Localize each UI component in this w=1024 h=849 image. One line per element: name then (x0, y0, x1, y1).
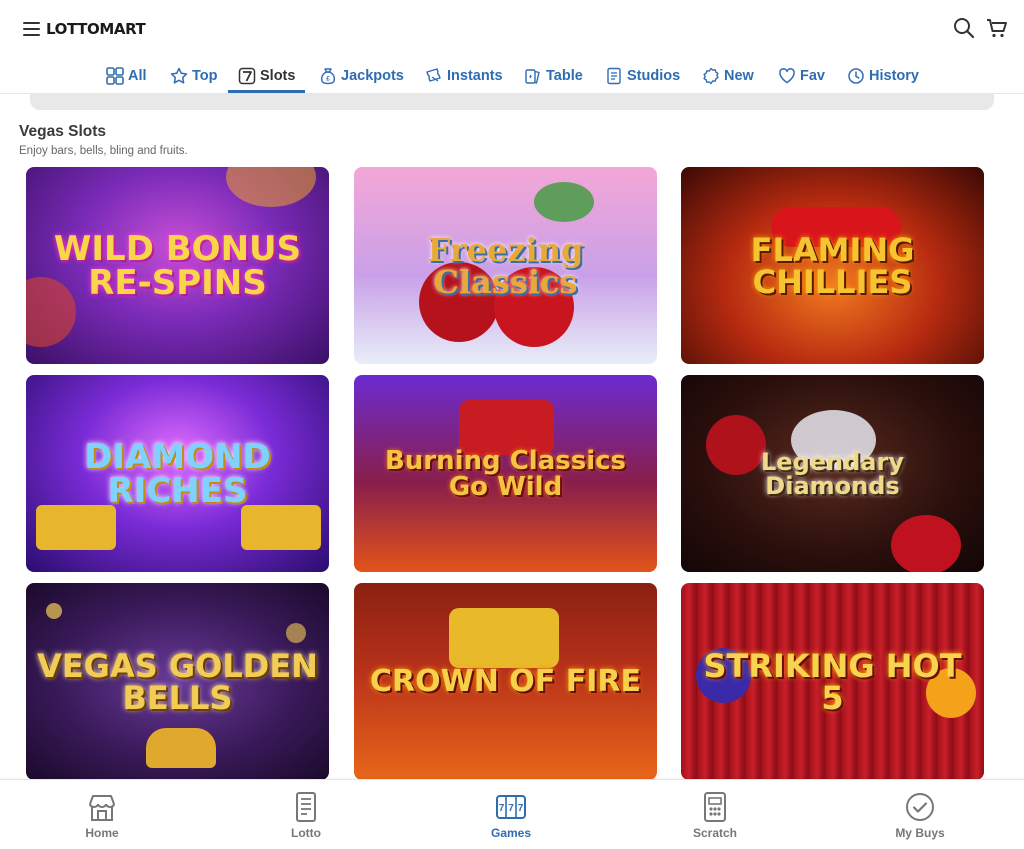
hamburger-menu-icon[interactable] (23, 22, 40, 36)
svg-text:7: 7 (518, 803, 524, 814)
tab-label: New (724, 68, 754, 84)
money-bag-icon: £ (320, 68, 336, 85)
tab-label: All (128, 68, 147, 84)
svg-text:7: 7 (508, 803, 514, 814)
grid-icon (106, 67, 124, 85)
svg-text:7: 7 (499, 803, 505, 814)
bottom-nav: Home Lotto 777 Games Scratch My Buys (0, 779, 1024, 849)
tab-instants[interactable]: Instants (425, 58, 503, 94)
banner-placeholder (30, 94, 994, 110)
game-card-vegas-golden-bells[interactable]: Vegas Golden Bells (26, 583, 329, 780)
game-title: Crown of Fire (370, 663, 641, 699)
game-card-striking-hot-5[interactable]: Striking Hot 5 (681, 583, 984, 780)
tab-label: History (869, 68, 919, 84)
nav-games[interactable]: 777 Games (471, 790, 551, 840)
tab-label: Table (546, 68, 583, 84)
logo[interactable]: LOTTOMART (46, 20, 146, 38)
category-tabs: All Top Slots £ Jackpots Instants Table … (0, 58, 1024, 94)
nav-home[interactable]: Home (62, 790, 142, 840)
tab-all[interactable]: All (106, 58, 147, 94)
nav-lotto[interactable]: Lotto (266, 790, 346, 840)
badge-icon (703, 67, 719, 85)
game-title: Diamond Riches (84, 436, 271, 511)
tab-table[interactable]: Table (524, 58, 583, 94)
svg-text:£: £ (326, 76, 330, 83)
tab-label: Studios (627, 68, 681, 84)
nav-scratch[interactable]: Scratch (675, 790, 755, 840)
ticket-icon (426, 68, 441, 82)
game-title: Flaming Chillies (750, 230, 915, 301)
nav-label: Scratch (692, 826, 738, 840)
search-icon[interactable] (952, 16, 976, 40)
cards-icon (525, 69, 540, 84)
game-title: Legendary Diamonds (761, 447, 904, 500)
clock-icon (848, 68, 864, 84)
tab-label: Slots (260, 68, 296, 84)
tab-jackpots[interactable]: £ Jackpots (319, 58, 404, 94)
tab-studios[interactable]: Studios (605, 58, 680, 94)
slot-machine-icon: 777 (496, 795, 526, 819)
tab-history[interactable]: History (847, 58, 919, 94)
seven-icon (238, 67, 256, 85)
section-subtitle: Enjoy bars, bells, bling and fruits. (19, 145, 188, 157)
cart-icon[interactable] (985, 16, 1009, 40)
tab-label: Instants (447, 68, 503, 84)
game-title: Striking Hot 5 (703, 646, 962, 717)
game-title: Burning Classics Go Wild (384, 445, 627, 502)
nav-my-buys[interactable]: My Buys (880, 790, 960, 840)
game-card-freezing-classics[interactable]: Freezing Classics (354, 167, 657, 364)
nav-label: Games (490, 826, 532, 840)
tab-new[interactable]: New (702, 58, 754, 94)
game-card-wild-bonus-re-spins[interactable]: Wild Bonus Re-Spins (26, 167, 329, 364)
tab-label: Fav (800, 68, 825, 84)
game-title: Wild Bonus Re-Spins (53, 228, 302, 303)
game-title: Vegas Golden Bells (37, 646, 318, 717)
home-icon (89, 795, 115, 821)
check-circle-icon (906, 793, 934, 821)
tab-label: Jackpots (341, 68, 404, 84)
tab-fav[interactable]: Fav (778, 58, 825, 94)
nav-label: My Buys (895, 826, 945, 840)
lotto-icon (296, 792, 316, 822)
tab-top[interactable]: Top (170, 58, 218, 94)
star-icon (170, 67, 188, 84)
nav-label: Home (85, 826, 119, 840)
section-title: Vegas Slots (19, 123, 107, 140)
tab-label: Top (192, 68, 218, 84)
heart-icon (779, 68, 795, 84)
game-card-legendary-diamonds[interactable]: Legendary Diamonds (681, 375, 984, 572)
top-bar: LOTTOMART (0, 0, 1024, 58)
game-card-flaming-chillies[interactable]: Flaming Chillies (681, 167, 984, 364)
tab-slots[interactable]: Slots (227, 58, 306, 94)
game-card-burning-classics-go-wild[interactable]: Burning Classics Go Wild (354, 375, 657, 572)
scratch-card-icon (704, 792, 726, 822)
game-card-crown-of-fire[interactable]: Crown of Fire (354, 583, 657, 780)
game-title: Freezing Classics (427, 230, 584, 301)
game-card-diamond-riches[interactable]: Diamond Riches (26, 375, 329, 572)
document-icon (607, 67, 621, 85)
nav-label: Lotto (291, 826, 321, 840)
